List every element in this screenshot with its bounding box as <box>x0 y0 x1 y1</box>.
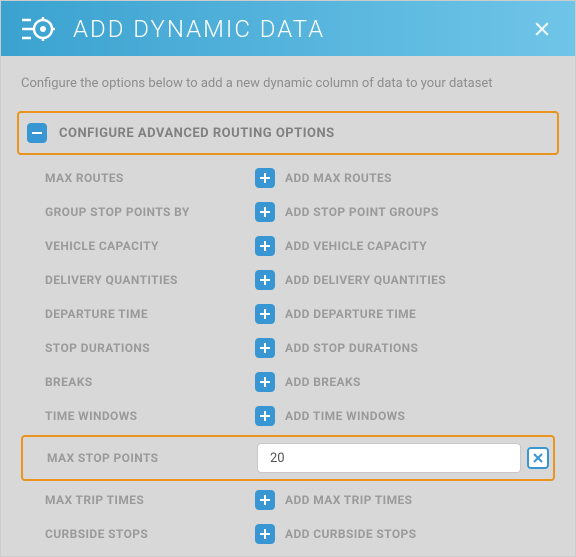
row-group-stop-points: GROUP STOP POINTS BY ADD STOP POINT GROU… <box>21 195 555 229</box>
row-action: ADD DELIVERY QUANTITIES <box>255 270 446 290</box>
row-action: ADD STOP POINT GROUPS <box>255 202 439 222</box>
add-delivery-quantities-button[interactable] <box>255 270 275 290</box>
row-label: MAX STOP POINTS <box>47 451 257 465</box>
row-action: ADD CURBSIDE STOPS <box>255 524 416 544</box>
row-label: GROUP STOP POINTS BY <box>45 205 255 219</box>
row-curbside-stops: CURBSIDE STOPS ADD CURBSIDE STOPS <box>21 517 555 551</box>
row-label: MAX ROUTES <box>45 171 255 185</box>
row-label: DEPARTURE TIME <box>45 307 255 321</box>
row-max-routes: MAX ROUTES ADD MAX ROUTES <box>21 161 555 195</box>
add-stop-durations-button[interactable] <box>255 338 275 358</box>
add-max-trip-times-button[interactable] <box>255 490 275 510</box>
row-departure-time: DEPARTURE TIME ADD DEPARTURE TIME <box>21 297 555 331</box>
add-stop-point-groups-button[interactable] <box>255 202 275 222</box>
section-title: CONFIGURE ADVANCED ROUTING OPTIONS <box>59 126 335 141</box>
row-action: ADD MAX ROUTES <box>255 168 392 188</box>
add-vehicle-capacity-button[interactable] <box>255 236 275 256</box>
modal-header: ADD DYNAMIC DATA <box>1 1 575 56</box>
action-label: ADD DEPARTURE TIME <box>285 307 416 321</box>
action-label: ADD VEHICLE CAPACITY <box>285 239 427 253</box>
row-time-windows: TIME WINDOWS ADD TIME WINDOWS <box>21 399 555 433</box>
row-label: CURBSIDE STOPS <box>45 527 255 541</box>
row-label: TIME WINDOWS <box>45 409 255 423</box>
row-action: ADD BREAKS <box>255 372 361 392</box>
add-time-windows-button[interactable] <box>255 406 275 426</box>
input-holder <box>257 443 549 473</box>
action-label: ADD STOP DURATIONS <box>285 341 418 355</box>
row-action: ADD STOP DURATIONS <box>255 338 418 358</box>
row-action: ADD VEHICLE CAPACITY <box>255 236 427 256</box>
modal-title: ADD DYNAMIC DATA <box>73 15 325 43</box>
options-list: MAX ROUTES ADD MAX ROUTES GROUP STOP POI… <box>17 161 559 551</box>
add-departure-time-button[interactable] <box>255 304 275 324</box>
add-max-routes-button[interactable] <box>255 168 275 188</box>
row-delivery-quantities: DELIVERY QUANTITIES ADD DELIVERY QUANTIT… <box>21 263 555 297</box>
row-vehicle-capacity: VEHICLE CAPACITY ADD VEHICLE CAPACITY <box>21 229 555 263</box>
row-label: STOP DURATIONS <box>45 341 255 355</box>
row-label: DELIVERY QUANTITIES <box>45 273 255 287</box>
clear-max-stop-points-button[interactable] <box>527 447 549 469</box>
row-label: BREAKS <box>45 375 255 389</box>
row-action: ADD MAX TRIP TIMES <box>255 490 412 510</box>
modal-subtitle: Configure the options below to add a new… <box>17 76 559 91</box>
action-label: ADD BREAKS <box>285 375 361 389</box>
action-label: ADD DELIVERY QUANTITIES <box>285 273 446 287</box>
row-breaks: BREAKS ADD BREAKS <box>21 365 555 399</box>
row-label: VEHICLE CAPACITY <box>45 239 255 253</box>
close-button[interactable] <box>529 16 555 42</box>
action-label: ADD MAX TRIP TIMES <box>285 493 412 507</box>
modal-body: Configure the options below to add a new… <box>1 56 575 556</box>
row-max-trip-times: MAX TRIP TIMES ADD MAX TRIP TIMES <box>21 483 555 517</box>
action-label: ADD CURBSIDE STOPS <box>285 527 416 541</box>
row-action: ADD TIME WINDOWS <box>255 406 405 426</box>
max-stop-points-input[interactable] <box>257 443 521 473</box>
add-dynamic-data-modal: ADD DYNAMIC DATA Configure the options b… <box>1 1 575 556</box>
row-label: MAX TRIP TIMES <box>45 493 255 507</box>
add-breaks-button[interactable] <box>255 372 275 392</box>
row-stop-durations: STOP DURATIONS ADD STOP DURATIONS <box>21 331 555 365</box>
add-curbside-stops-button[interactable] <box>255 524 275 544</box>
settings-list-icon <box>19 11 55 47</box>
action-label: ADD STOP POINT GROUPS <box>285 205 439 219</box>
collapse-toggle[interactable] <box>27 123 47 143</box>
row-max-stop-points: MAX STOP POINTS <box>21 435 555 481</box>
action-label: ADD TIME WINDOWS <box>285 409 405 423</box>
section-header-routing[interactable]: CONFIGURE ADVANCED ROUTING OPTIONS <box>17 111 559 155</box>
row-action: ADD DEPARTURE TIME <box>255 304 416 324</box>
action-label: ADD MAX ROUTES <box>285 171 392 185</box>
